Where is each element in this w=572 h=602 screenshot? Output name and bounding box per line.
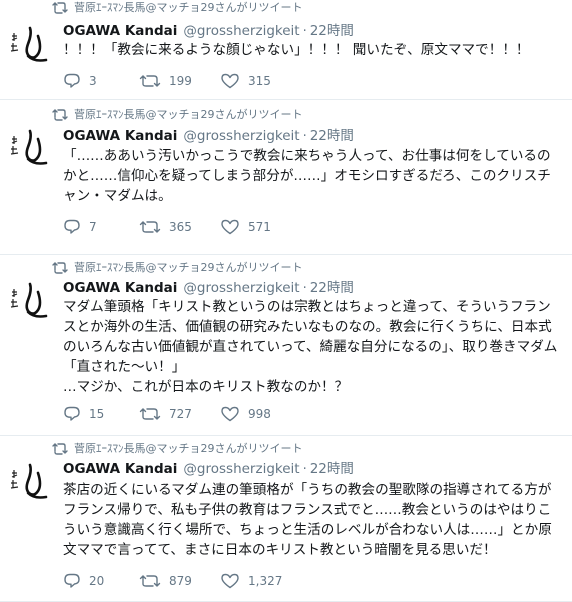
author-handle[interactable]: @grossherzigkeit	[183, 280, 299, 296]
calligraphy-avatar[interactable]	[8, 461, 52, 505]
tweet-text: 茶店の近くにいるマダム連の筆頭格が「うちの教会の聖歌隊の指導されてる方がフランス…	[63, 482, 552, 558]
author-handle[interactable]: @grossherzigkeit	[183, 23, 299, 39]
author-name[interactable]: OGAWA Kandai	[63, 128, 177, 144]
separator-dot: ·	[302, 281, 307, 296]
tweet-time[interactable]: 22時間	[310, 280, 354, 296]
like-count: 315	[248, 74, 271, 88]
retweet-context-text[interactable]: 菅原ｴｰｽﾏﾝ長馬@マッチョ29さんがリツイート	[74, 442, 303, 456]
tweet-time[interactable]: 22時間	[310, 461, 354, 477]
tweet-header: OGAWA Kandai @grossherzigkeit · 22時間	[63, 127, 354, 146]
reply-count: 15	[89, 407, 105, 421]
tweet[interactable]: 菅原ｴｰｽﾏﾝ長馬@マッチョ29さんがリツイート OGAWA Kandai @gr…	[0, 255, 572, 436]
retweet-icon	[52, 1, 68, 19]
author-handle[interactable]: @grossherzigkeit	[183, 128, 299, 144]
tweet-header: OGAWA Kandai @grossherzigkeit · 22時間	[63, 279, 354, 298]
reply-count: 20	[89, 574, 105, 588]
retweet-count: 199	[169, 74, 192, 88]
retweet-icon	[52, 442, 68, 460]
separator-dot: ·	[302, 129, 307, 144]
retweet-context-text[interactable]: 菅原ｴｰｽﾏﾝ長馬@マッチョ29さんがリツイート	[74, 1, 303, 15]
retweet-icon	[52, 108, 68, 126]
author-name[interactable]: OGAWA Kandai	[63, 23, 177, 39]
calligraphy-avatar[interactable]	[8, 127, 52, 171]
calligraphy-avatar[interactable]	[8, 24, 52, 68]
author-name[interactable]: OGAWA Kandai	[63, 280, 177, 296]
retweet-context-text[interactable]: 菅原ｴｰｽﾏﾝ長馬@マッチョ29さんがリツイート	[74, 261, 303, 275]
like-count: 571	[248, 220, 271, 234]
tweet-text: ！！！「教会に来るような顔じゃない」！！！ 聞いたぞ、原文ママで！！！	[63, 42, 530, 58]
like-count: 1,327	[248, 574, 283, 588]
separator-dot: ·	[302, 462, 307, 477]
calligraphy-avatar[interactable]	[8, 280, 52, 324]
tweet[interactable]: 菅原ｴｰｽﾏﾝ長馬@マッチョ29さんがリツイート OGAWA Kandai @gr…	[0, 0, 572, 100]
retweet-count: 727	[169, 407, 192, 421]
tweet-time[interactable]: 22時間	[310, 128, 354, 144]
tweet-header: OGAWA Kandai @grossherzigkeit · 22時間	[63, 22, 354, 41]
tweet[interactable]: 菅原ｴｰｽﾏﾝ長馬@マッチョ29さんがリツイート OGAWA Kandai @gr…	[0, 100, 572, 255]
reply-count: 7	[89, 220, 97, 234]
retweet-count: 879	[169, 574, 192, 588]
tweet-time[interactable]: 22時間	[310, 23, 354, 39]
reply-count: 3	[89, 74, 97, 88]
tweet-header: OGAWA Kandai @grossherzigkeit · 22時間	[63, 460, 354, 479]
author-name[interactable]: OGAWA Kandai	[63, 461, 177, 477]
tweet-text: 「……ああいう汚いかっこうで教会に来ちゃう人って、お仕事は何をしているのかと………	[63, 148, 551, 204]
retweet-icon	[52, 261, 68, 279]
tweet[interactable]: 菅原ｴｰｽﾏﾝ長馬@マッチョ29さんがリツイート OGAWA Kandai @gr…	[0, 436, 572, 602]
retweet-count: 365	[169, 220, 192, 234]
retweet-context-text[interactable]: 菅原ｴｰｽﾏﾝ長馬@マッチョ29さんがリツイート	[74, 108, 303, 122]
like-count: 998	[248, 407, 271, 421]
separator-dot: ·	[302, 24, 307, 39]
tweet-text: マダム筆頭格「キリスト教というのは宗教とはちょっと違って、そういうフランスとか海…	[63, 299, 558, 395]
author-handle[interactable]: @grossherzigkeit	[183, 461, 299, 477]
